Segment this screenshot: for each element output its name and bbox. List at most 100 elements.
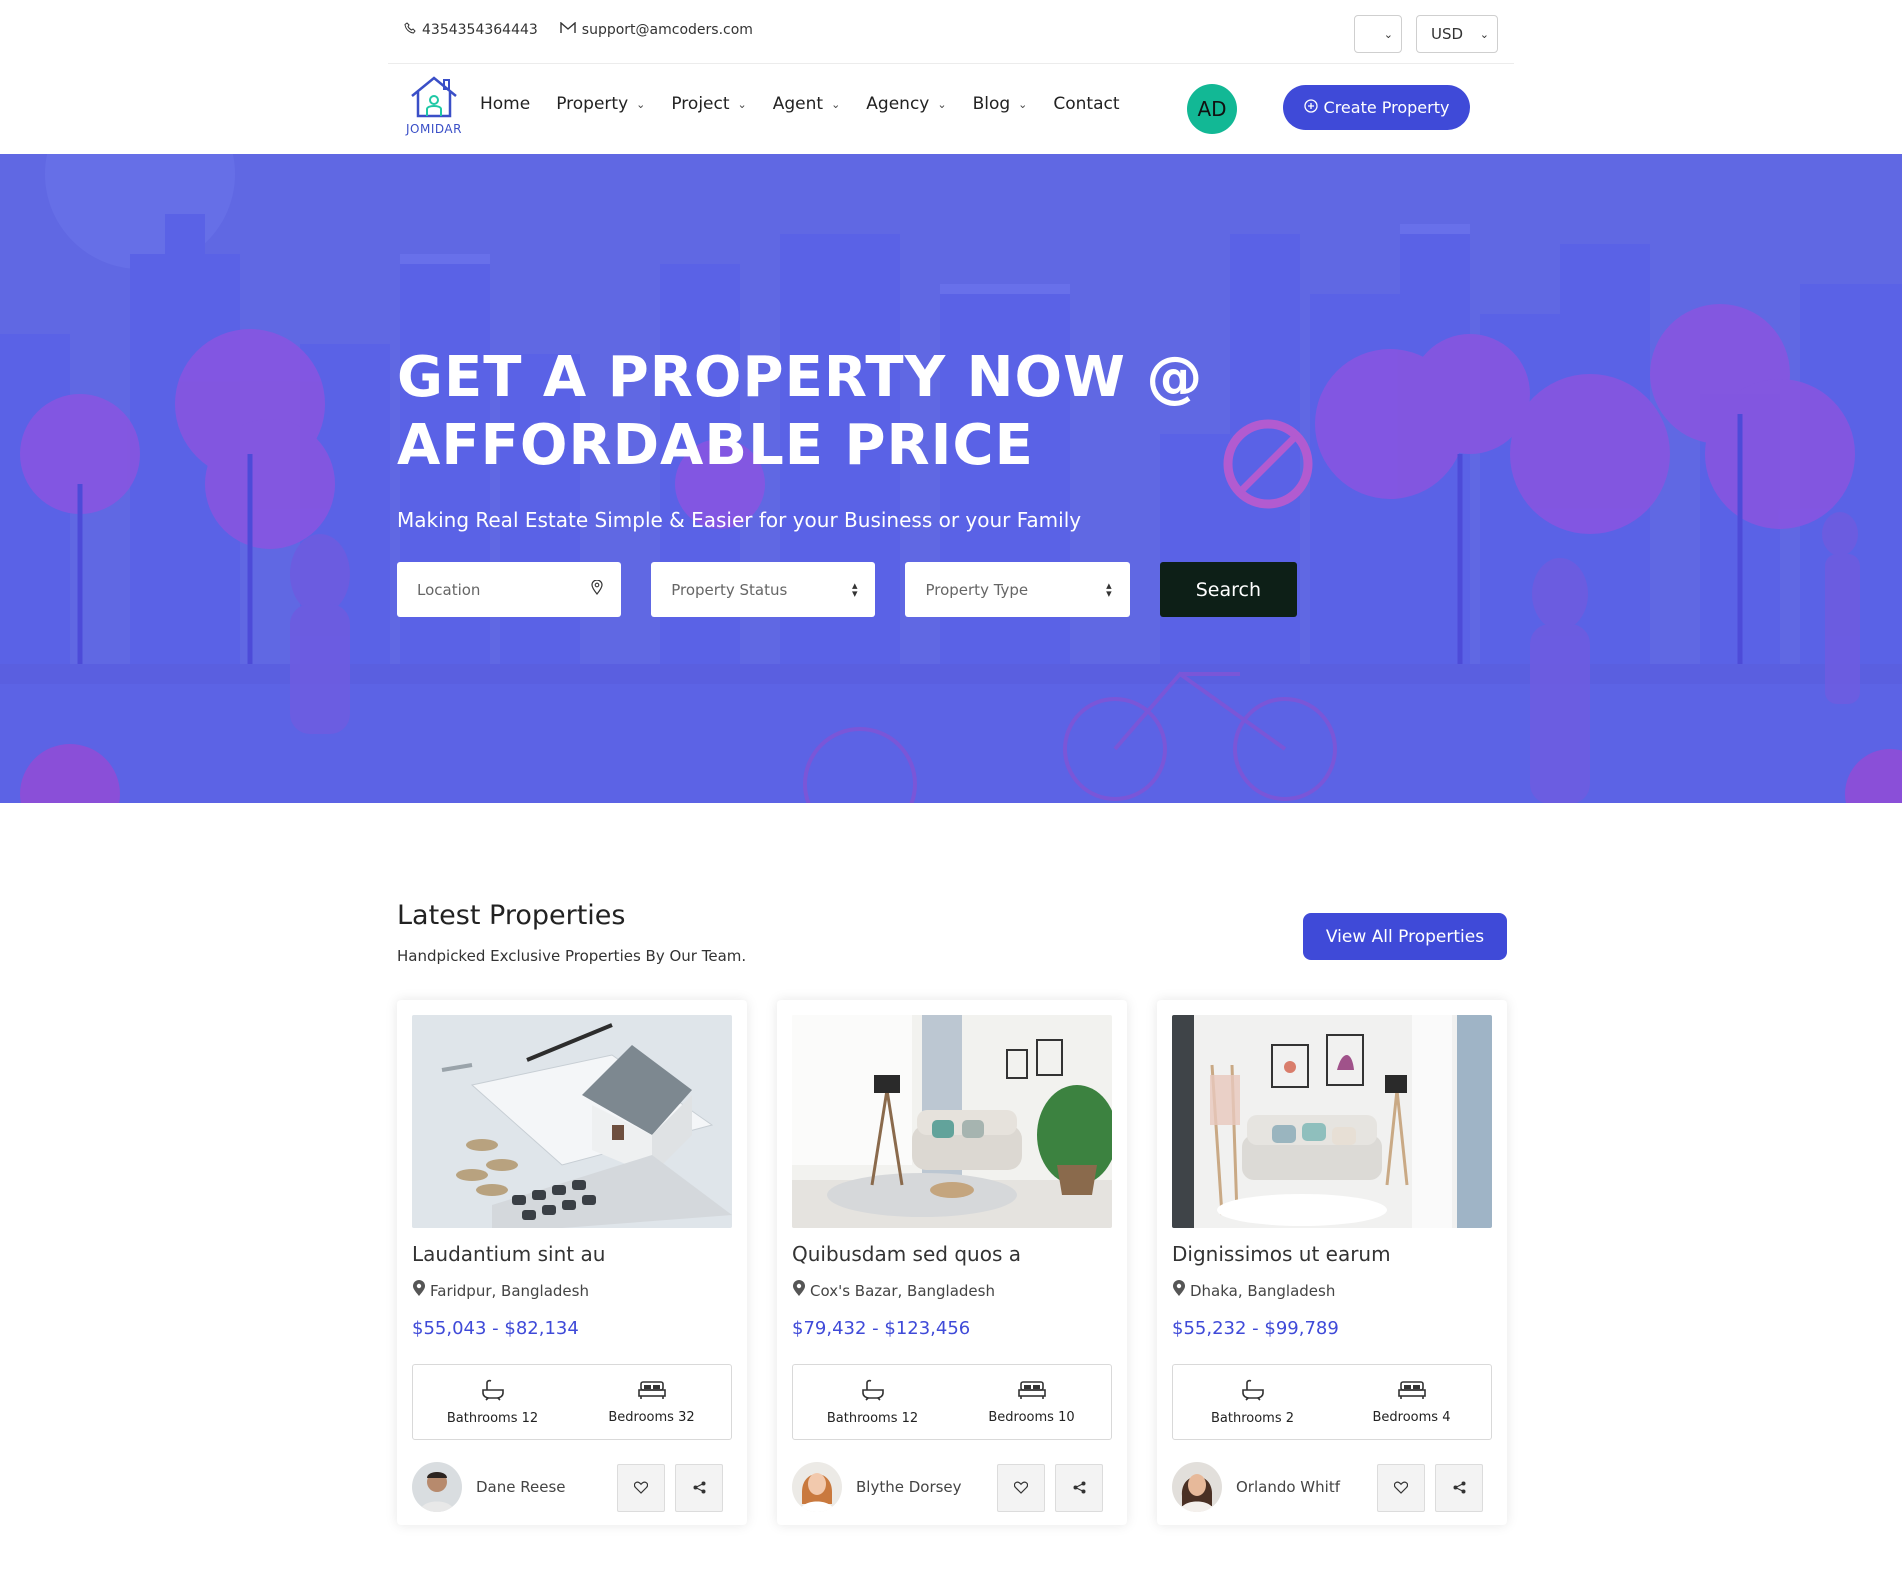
hero-title: GET A PROPERTY NOW @ AFFORDABLE PRICE (397, 344, 1297, 480)
nav-item-home[interactable]: Home (480, 94, 530, 114)
location-input[interactable]: Location (397, 562, 622, 617)
plus-circle-icon (1303, 98, 1318, 117)
share-button[interactable] (1435, 1464, 1483, 1512)
property-status-value: Property Status (671, 580, 788, 599)
bedrooms-count: Bedrooms 32 (608, 1409, 695, 1425)
card-actions (1377, 1464, 1483, 1512)
site-logo[interactable]: JOMIDAR (404, 74, 464, 136)
bed-icon (637, 1380, 666, 1404)
property-image[interactable] (412, 1015, 732, 1228)
property-features: Bathrooms 12 Bedrooms 32 (412, 1364, 732, 1440)
nav-item-label: Home (480, 94, 531, 114)
currency-value: USD (1431, 25, 1464, 43)
agent-avatar[interactable] (1172, 1462, 1222, 1512)
bathrooms-feature: Bathrooms 12 (413, 1365, 572, 1439)
map-marker-icon (412, 1280, 426, 1301)
property-agent[interactable]: Blythe Dorsey (792, 1462, 962, 1512)
bathrooms-count: Bathrooms 12 (826, 1410, 919, 1426)
heart-icon (1013, 1479, 1029, 1498)
chevron-down-icon: ⌄ (1383, 27, 1393, 41)
search-button[interactable]: Search (1159, 562, 1298, 617)
property-location: Cox's Bazar, Bangladesh (792, 1280, 995, 1301)
language-select[interactable]: ⌄ (1354, 15, 1402, 53)
nav-item-label: Contact (1053, 94, 1120, 114)
nav-item-label: Agency (866, 94, 930, 114)
property-features: Bathrooms 2 Bedrooms 4 (1172, 1364, 1492, 1440)
agent-name: Orlando Whitf (1236, 1478, 1340, 1496)
property-price: $55,043 - $82,134 (412, 1318, 579, 1339)
house-logo-icon (411, 76, 457, 118)
hero-content: GET A PROPERTY NOW @ AFFORDABLE PRICE Ma… (397, 344, 1298, 617)
bathrooms-count: Bathrooms 2 (1210, 1410, 1295, 1426)
property-location: Dhaka, Bangladesh (1172, 1280, 1335, 1301)
favorite-button[interactable] (1377, 1464, 1425, 1512)
main-navbar: JOMIDAR Home Property ⌄ Project ⌄ Agent ⌄ A… (388, 64, 1514, 154)
share-icon (1453, 1479, 1466, 1498)
email-address: support@amcoders.com (581, 22, 753, 38)
property-price: $79,432 - $123,456 (792, 1318, 971, 1339)
nav-item-agency[interactable]: Agency ⌄ (866, 94, 946, 114)
location-text: Faridpur, Bangladesh (430, 1281, 589, 1300)
heart-icon (1393, 1479, 1409, 1498)
map-pin-icon (591, 579, 603, 599)
property-cards: Laudantium sint au Faridpur, Bangladesh … (397, 1000, 1507, 1525)
contact-info: 4354354364443 support@amcoders.com (404, 21, 753, 38)
currency-select[interactable]: USD ⌄ (1416, 15, 1498, 53)
property-status-select[interactable]: Property Status ▴ ▾ (651, 562, 876, 617)
view-all-properties-button[interactable]: View All Properties (1303, 913, 1507, 960)
location-text: Cox's Bazar, Bangladesh (810, 1281, 995, 1300)
agent-name: Dane Reese (476, 1478, 566, 1496)
nav-item-label: Agent (772, 94, 824, 114)
property-card[interactable]: Dignissimos ut earum Dhaka, Bangladesh $… (1157, 1000, 1507, 1525)
property-title[interactable]: Dignissimos ut earum (1172, 1242, 1391, 1266)
card-actions (617, 1464, 723, 1512)
bathtub-icon (860, 1379, 886, 1405)
create-property-label: Create Property (1323, 98, 1450, 117)
nav-menu: Home Property ⌄ Project ⌄ Agent ⌄ Agency ⌄ B… (480, 94, 1120, 114)
nav-item-property[interactable]: Property ⌄ (556, 94, 645, 114)
bed-icon (1397, 1380, 1426, 1404)
bedrooms-feature: Bedrooms 32 (572, 1365, 731, 1439)
share-button[interactable] (1055, 1464, 1103, 1512)
property-title[interactable]: Laudantium sint au (412, 1242, 605, 1266)
nav-item-agent[interactable]: Agent ⌄ (773, 94, 841, 114)
favorite-button[interactable] (617, 1464, 665, 1512)
property-price: $55,232 - $99,789 (1172, 1318, 1339, 1339)
user-avatar[interactable]: AD (1187, 84, 1237, 134)
property-agent[interactable]: Dane Reese (412, 1462, 566, 1512)
property-image[interactable] (792, 1015, 1112, 1228)
property-title[interactable]: Quibusdam sed quos a (792, 1242, 1021, 1266)
card-actions (997, 1464, 1103, 1512)
map-marker-icon (1172, 1280, 1186, 1301)
bathrooms-count: Bathrooms 12 (446, 1410, 539, 1426)
property-features: Bathrooms 12 Bedrooms 10 (792, 1364, 1112, 1440)
chevron-down-icon: ⌄ (1479, 27, 1489, 41)
nav-item-contact[interactable]: Contact (1053, 94, 1119, 114)
bedrooms-feature: Bedrooms 4 (1332, 1365, 1491, 1439)
agent-name: Blythe Dorsey (856, 1478, 962, 1496)
hero-title-line-2: AFFORDABLE PRICE (397, 413, 1034, 478)
create-property-button[interactable]: Create Property (1283, 85, 1470, 130)
property-card[interactable]: Laudantium sint au Faridpur, Bangladesh … (397, 1000, 747, 1525)
share-icon (1073, 1479, 1086, 1498)
bedrooms-feature: Bedrooms 10 (952, 1365, 1111, 1439)
email-contact[interactable]: support@amcoders.com (560, 21, 753, 38)
bathtub-icon (480, 1379, 506, 1405)
share-button[interactable] (675, 1464, 723, 1512)
property-card[interactable]: Quibusdam sed quos a Cox's Bazar, Bangla… (777, 1000, 1127, 1525)
nav-item-project[interactable]: Project ⌄ (671, 94, 746, 114)
location-placeholder: Location (417, 580, 481, 599)
agent-avatar[interactable] (412, 1462, 462, 1512)
mail-icon (560, 21, 576, 38)
property-agent[interactable]: Orlando Whitf (1172, 1462, 1340, 1512)
agent-avatar[interactable] (792, 1462, 842, 1512)
sort-arrows-icon: ▴ ▾ (1106, 578, 1112, 600)
property-image[interactable] (1172, 1015, 1492, 1228)
bathrooms-feature: Bathrooms 2 (1173, 1365, 1332, 1439)
heart-icon (633, 1479, 649, 1498)
nav-item-blog[interactable]: Blog ⌄ (973, 94, 1028, 114)
bathtub-icon (1240, 1379, 1266, 1405)
property-type-select[interactable]: Property Type ▴ ▾ (905, 562, 1130, 617)
favorite-button[interactable] (997, 1464, 1045, 1512)
phone-contact[interactable]: 4354354364443 (404, 22, 538, 38)
